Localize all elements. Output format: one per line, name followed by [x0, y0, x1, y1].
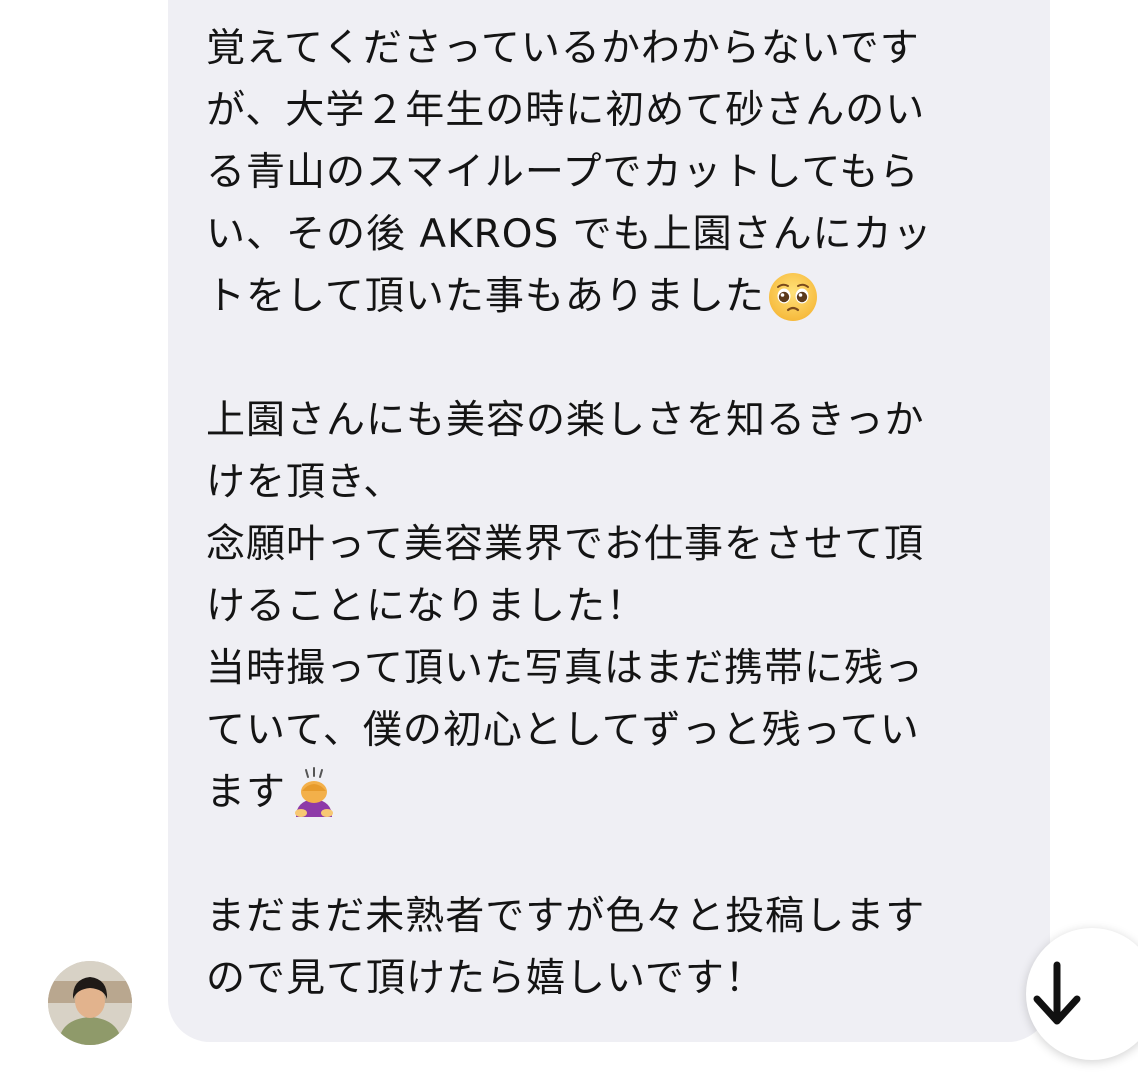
avatar[interactable]: [48, 961, 132, 1045]
message-line-text: トをして頂いた事もありました: [206, 274, 765, 319]
message-line-with-emoji: トをして頂いた事もありました: [206, 266, 1020, 328]
arrow-down-icon: [1033, 961, 1081, 1025]
pleading-face-emoji: [767, 271, 819, 323]
message-line: けることになりました！: [206, 584, 647, 629]
message-line: 上園さんにも美容の楽しさを知るきっか: [206, 398, 925, 443]
message-line: い、その後 AKROS でも上園さんにカッ: [206, 212, 933, 257]
message-line-text: ます: [206, 770, 287, 815]
message-line: けを頂き、: [206, 460, 404, 505]
message-line: 当時撮って頂いた写真はまだ携帯に残っ: [206, 646, 925, 691]
message-line: 覚えてくださっているかわからないです: [206, 26, 920, 71]
person-bowing-emoji: [288, 767, 340, 819]
message-line: まだまだ未熟者ですが色々と投稿します: [206, 894, 926, 939]
dm-conversation: 覚えてくださっているかわからないです が、大学２年生の時に初めて砂さんのい る青…: [0, 0, 1138, 1072]
message-line: ので見て頂けたら嬉しいです！: [206, 956, 765, 1001]
message-line: ていて、僕の初心としてずっと残ってい: [206, 708, 920, 753]
message-line-with-emoji: ます: [206, 762, 1020, 824]
message-line: が、大学２年生の時に初めて砂さんのい: [206, 88, 926, 133]
message-line: 念願叶って美容業界でお仕事をさせて頂: [206, 522, 925, 567]
message-line: る青山のスマイループでカットしてもら: [206, 150, 920, 195]
message-bubble[interactable]: 覚えてくださっているかわからないです が、大学２年生の時に初めて砂さんのい る青…: [168, 0, 1050, 1042]
